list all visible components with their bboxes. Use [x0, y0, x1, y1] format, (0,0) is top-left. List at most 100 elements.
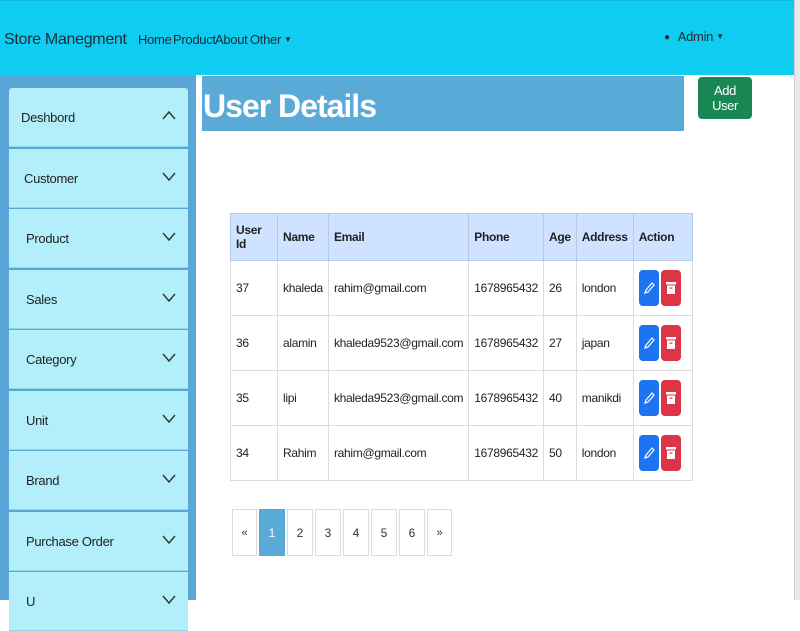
- cell-address: manikdi: [575, 370, 634, 426]
- top-navbar: Store Manegment Home Product About Other…: [0, 0, 794, 75]
- chevron-up-icon: [162, 110, 176, 120]
- user-menu[interactable]: ● Admin ▼: [664, 29, 724, 44]
- sidebar-item-label: Unit: [26, 413, 48, 428]
- chevron-down-icon: [162, 474, 176, 484]
- trash-icon: [665, 392, 676, 404]
- caret-down-icon: ▼: [284, 35, 292, 44]
- delete-button[interactable]: [660, 270, 681, 306]
- sidebar-item-category[interactable]: Category: [9, 330, 188, 389]
- add-user-button[interactable]: Add User: [698, 77, 752, 119]
- chevron-down-icon: [162, 172, 176, 182]
- delete-button[interactable]: [660, 380, 681, 416]
- window-scrollbar[interactable]: [794, 0, 800, 600]
- chevron-down-icon: [162, 232, 176, 242]
- cell-user-id: 37: [230, 260, 278, 316]
- sidebar-item-label: Deshbord: [21, 110, 75, 125]
- cell-name: Rahim: [277, 425, 329, 481]
- edit-button[interactable]: [638, 435, 659, 471]
- pencil-icon: [643, 447, 655, 459]
- pagination: « 1 2 3 4 5 6 »: [232, 509, 454, 556]
- edit-button[interactable]: [638, 325, 659, 361]
- trash-icon: [665, 282, 676, 294]
- column-header-phone[interactable]: Phone: [468, 213, 544, 261]
- table-header-row: User Id Name Email Phone Age Address Act…: [230, 213, 693, 261]
- column-header-address[interactable]: Address: [575, 213, 634, 261]
- cell-age: 26: [542, 260, 577, 316]
- table-row: 36 alamin khaleda9523@gmail.com 16789654…: [230, 315, 693, 371]
- page-title-bar: User Details: [202, 76, 684, 131]
- sidebar: Deshbord Customer Product Sales Category…: [0, 75, 196, 631]
- column-header-action: Action: [632, 213, 693, 261]
- user-name: Admin: [677, 29, 714, 44]
- cell-email: khaleda9523@gmail.com: [327, 315, 470, 371]
- cell-user-id: 35: [230, 370, 278, 426]
- trash-icon: [665, 447, 676, 459]
- chevron-down-icon: [162, 595, 176, 605]
- sidebar-item-label: Sales: [26, 292, 58, 307]
- cell-email: rahim@gmail.com: [327, 260, 470, 316]
- sidebar-item-unit[interactable]: Unit: [9, 391, 188, 450]
- cell-age: 40: [542, 370, 577, 426]
- sidebar-item-customer[interactable]: Customer: [9, 149, 188, 208]
- cell-actions: [632, 315, 693, 371]
- edit-button[interactable]: [638, 380, 659, 416]
- user-dot-icon: ●: [664, 32, 670, 43]
- pencil-icon: [643, 337, 655, 349]
- cell-actions: [632, 260, 693, 316]
- delete-button[interactable]: [660, 435, 681, 471]
- nav-link-home[interactable]: Home: [138, 32, 172, 47]
- table-row: 35 lipi khaleda9523@gmail.com 1678965432…: [230, 370, 693, 426]
- chevron-down-icon: [162, 293, 176, 303]
- sidebar-item-label: Customer: [24, 171, 78, 186]
- cell-phone: 1678965432: [468, 315, 544, 371]
- pagination-page-2[interactable]: 2: [287, 509, 313, 556]
- sidebar-item-deshbord[interactable]: Deshbord: [9, 88, 188, 147]
- sidebar-item-product[interactable]: Product: [9, 209, 188, 268]
- table-row: 37 khaleda rahim@gmail.com 1678965432 26…: [230, 260, 693, 316]
- pagination-page-1[interactable]: 1: [259, 509, 285, 556]
- nav-dropdown-other[interactable]: Other ▼: [250, 32, 292, 47]
- cell-user-id: 34: [230, 425, 278, 481]
- cell-actions: [632, 425, 693, 481]
- column-header-user-id[interactable]: User Id: [230, 213, 278, 261]
- chevron-down-icon: [162, 414, 176, 424]
- cell-actions: [632, 370, 693, 426]
- sidebar-item-label: Brand: [26, 473, 60, 488]
- pagination-page-6[interactable]: 6: [399, 509, 425, 556]
- pagination-page-5[interactable]: 5: [371, 509, 397, 556]
- column-header-email[interactable]: Email: [327, 213, 470, 261]
- users-table: User Id Name Email Phone Age Address Act…: [230, 213, 693, 481]
- nav-link-product[interactable]: Product: [173, 32, 216, 47]
- table-row: 34 Rahim rahim@gmail.com 1678965432 50 l…: [230, 425, 693, 481]
- brand-title[interactable]: Store Manegment: [4, 31, 127, 49]
- cell-user-id: 36: [230, 315, 278, 371]
- cell-age: 50: [542, 425, 577, 481]
- cell-name: khaleda: [277, 260, 329, 316]
- column-header-name[interactable]: Name: [277, 213, 329, 261]
- chevron-down-icon: [162, 353, 176, 363]
- pencil-icon: [643, 282, 655, 294]
- pagination-page-4[interactable]: 4: [343, 509, 369, 556]
- pagination-prev[interactable]: «: [232, 509, 257, 556]
- page-title: User Details: [203, 88, 377, 124]
- delete-button[interactable]: [660, 325, 681, 361]
- column-header-age[interactable]: Age: [542, 213, 577, 261]
- sidebar-item-u[interactable]: U: [9, 572, 188, 631]
- sidebar-item-label: Purchase Order: [26, 534, 114, 549]
- pagination-next[interactable]: »: [427, 509, 452, 556]
- cell-email: khaleda9523@gmail.com: [327, 370, 470, 426]
- caret-down-icon: ▼: [716, 32, 724, 41]
- cell-age: 27: [542, 315, 577, 371]
- sidebar-item-brand[interactable]: Brand: [9, 451, 188, 510]
- nav-link-other-label: Other: [250, 32, 282, 47]
- sidebar-item-purchase-order[interactable]: Purchase Order: [9, 512, 188, 571]
- nav-link-about[interactable]: About: [215, 32, 248, 47]
- sidebar-item-label: U: [26, 594, 36, 609]
- pagination-page-3[interactable]: 3: [315, 509, 341, 556]
- cell-name: alamin: [277, 315, 329, 371]
- trash-icon: [665, 337, 676, 349]
- cell-phone: 1678965432: [468, 260, 544, 316]
- sidebar-item-sales[interactable]: Sales: [9, 270, 188, 329]
- chevron-down-icon: [162, 535, 176, 545]
- edit-button[interactable]: [638, 270, 659, 306]
